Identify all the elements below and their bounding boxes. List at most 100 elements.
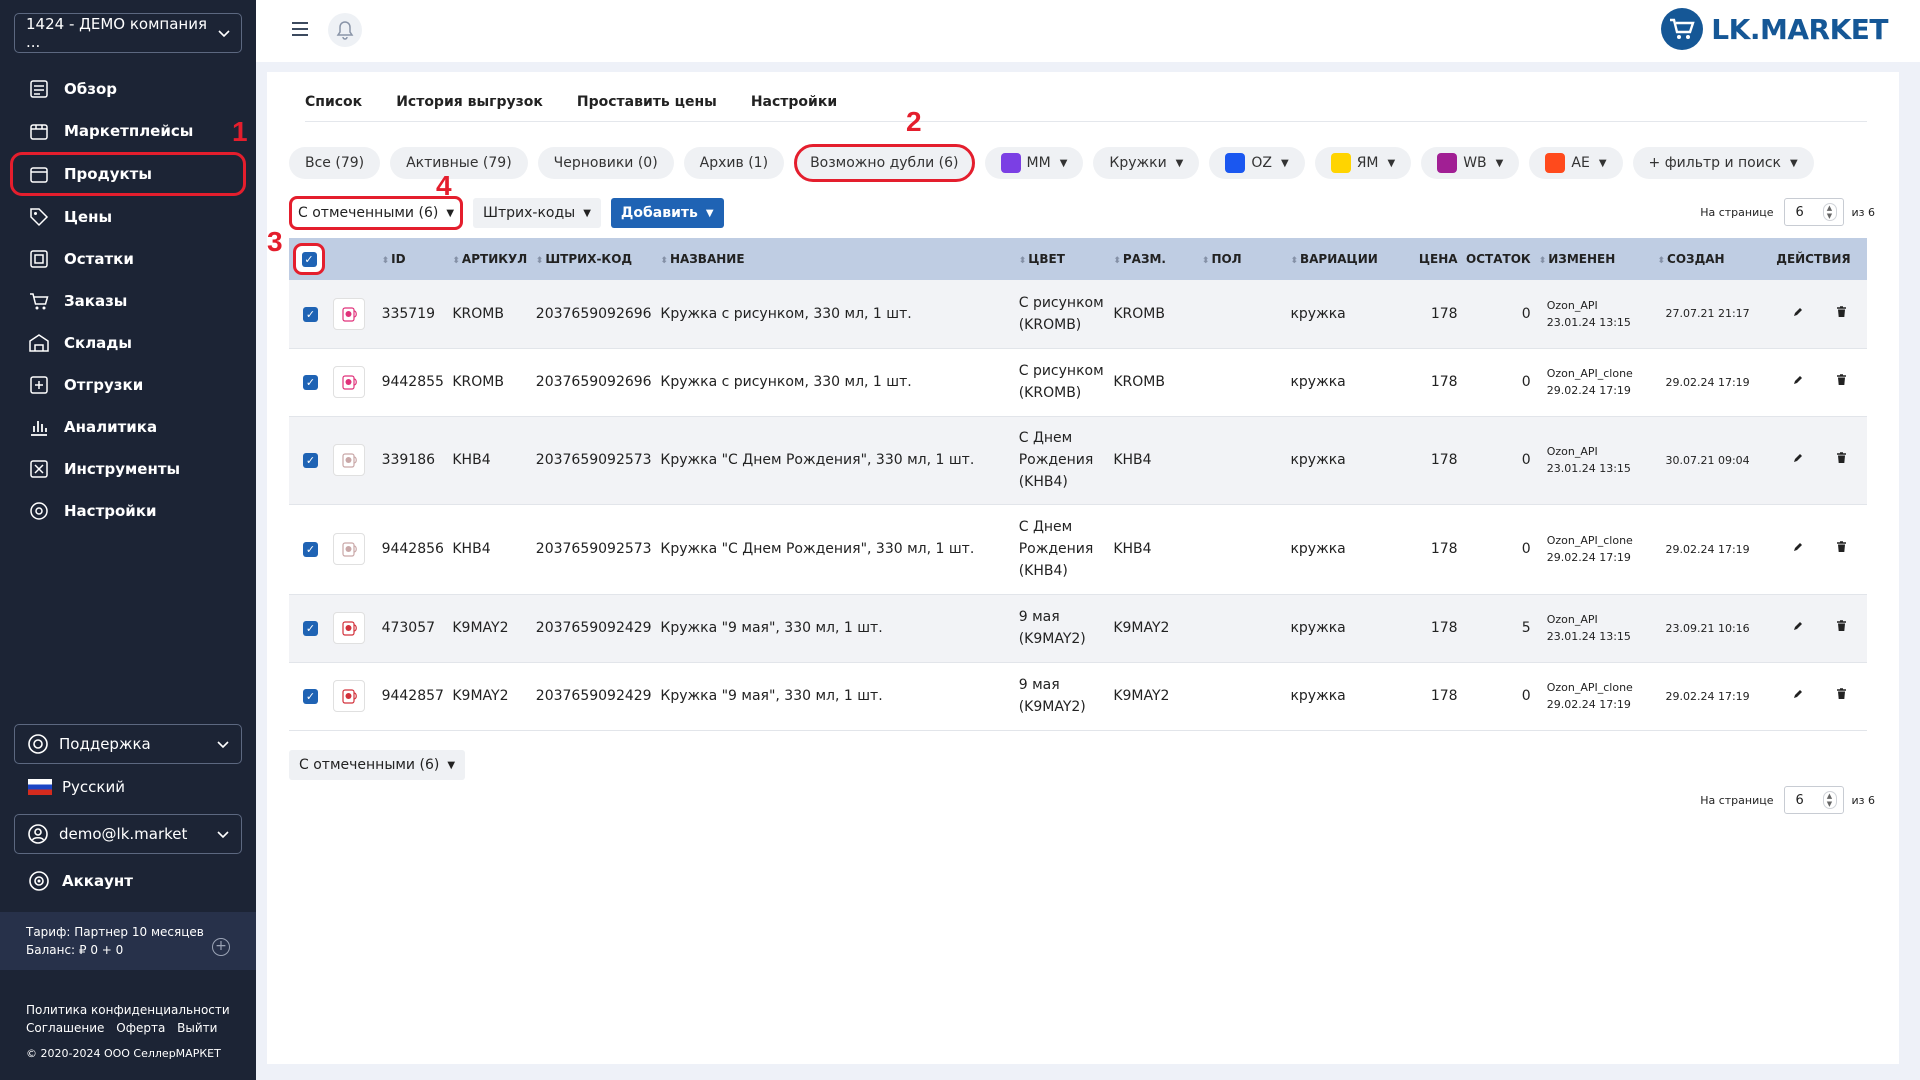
bell-icon[interactable] — [328, 13, 362, 47]
trash-icon[interactable] — [1836, 374, 1847, 390]
trash-icon[interactable] — [1836, 688, 1847, 704]
column-header-11[interactable]: ⬍ СОЗДАН — [1653, 238, 1772, 280]
cell-id[interactable]: 473057 — [378, 594, 449, 662]
cell-name[interactable]: Кружка с рисунком, 330 мл, 1 шт. — [656, 348, 1014, 416]
column-header-6[interactable]: ⬍ ПОЛ — [1198, 238, 1287, 280]
barcodes-dropdown[interactable]: Штрих-коды ▼ — [473, 198, 601, 228]
agreement-link[interactable]: Соглашение — [26, 1021, 104, 1035]
per-page-input[interactable]: 6 ▲ ▼ — [1783, 198, 1844, 226]
trash-icon[interactable] — [1836, 452, 1847, 468]
cell-id[interactable]: 335719 — [378, 280, 449, 348]
sidebar-item-2[interactable]: Продукты — [10, 152, 246, 196]
cell-id[interactable]: 339186 — [378, 416, 449, 504]
column-header-5[interactable]: ⬍ РАЗМ. — [1109, 238, 1198, 280]
column-header-1[interactable]: ⬍ АРТИКУЛ — [448, 238, 531, 280]
menu-icon[interactable] — [290, 20, 310, 40]
filter-chip-5[interactable]: MM ▼ — [984, 147, 1084, 179]
spinner-icon[interactable]: ▲ ▼ — [1822, 203, 1837, 221]
trash-icon[interactable] — [1836, 620, 1847, 636]
table-row[interactable]: ✓ 9442856 KHB4 2037659092573 Кружка "С Днем … — [289, 504, 1867, 594]
filter-chip-1[interactable]: Активные (79) — [390, 147, 528, 179]
product-thumbnail[interactable] — [333, 366, 366, 398]
filter-chip-10[interactable]: AE ▼ — [1529, 147, 1623, 179]
filter-chip-9[interactable]: WB ▼ — [1421, 147, 1520, 179]
per-page-input[interactable]: 6 ▲ ▼ — [1783, 786, 1844, 814]
cell-name[interactable]: Кружка "9 мая", 330 мл, 1 шт. — [656, 662, 1014, 730]
select-all-checkbox[interactable]: ✓ — [293, 243, 325, 275]
sidebar-item-9[interactable]: Инструменты — [0, 448, 256, 490]
column-header-2[interactable]: ⬍ ШТРИХ-КОД — [532, 238, 657, 280]
cell-id[interactable]: 9442857 — [378, 662, 449, 730]
column-header-12[interactable]: ДЕЙСТВИЯ — [1772, 238, 1867, 280]
sidebar-item-10[interactable]: Настройки — [0, 490, 256, 532]
column-header-4[interactable]: ⬍ ЦВЕТ — [1015, 238, 1110, 280]
row-checkbox[interactable]: ✓ — [303, 542, 318, 557]
row-checkbox[interactable]: ✓ — [303, 453, 318, 468]
cell-id[interactable]: 9442856 — [378, 504, 449, 594]
filter-chip-11[interactable]: + фильтр и поиск ▼ — [1632, 147, 1814, 179]
edit-icon[interactable] — [1792, 452, 1804, 468]
privacy-link[interactable]: Политика конфиденциальности — [26, 1001, 230, 1019]
sidebar-item-7[interactable]: Отгрузки — [0, 364, 256, 406]
trash-icon[interactable] — [1836, 541, 1847, 557]
tab-3[interactable]: Настройки — [751, 94, 837, 121]
table-row[interactable]: ✓ 9442855 KROMB 2037659092696 Кружка с рисун… — [289, 348, 1867, 416]
cell-name[interactable]: Кружка "С Днем Рождения", 330 мл, 1 шт. — [656, 416, 1014, 504]
add-button[interactable]: Добавить ▼ — [610, 198, 724, 228]
cell-name[interactable]: Кружка "9 мая", 330 мл, 1 шт. — [656, 594, 1014, 662]
sidebar-item-8[interactable]: Аналитика — [0, 406, 256, 448]
column-header-9[interactable]: ОСТАТОК — [1462, 238, 1535, 280]
sidebar-item-5[interactable]: Заказы — [0, 280, 256, 322]
edit-icon[interactable] — [1792, 306, 1804, 322]
table-row[interactable]: ✓ 473057 K9MAY2 2037659092429 Кружка "9 мая"… — [289, 594, 1867, 662]
language-selector[interactable]: Русский — [28, 778, 125, 796]
user-dropdown[interactable]: demo@lk.market — [14, 814, 242, 854]
tab-2[interactable]: Проставить цены — [577, 94, 717, 121]
column-header-7[interactable]: ⬍ ВАРИАЦИИ — [1286, 238, 1399, 280]
cell-name[interactable]: Кружка "С Днем Рождения", 330 мл, 1 шт. — [656, 504, 1014, 594]
company-selector[interactable]: 1424 - ДЕМО компания ... — [14, 13, 242, 53]
product-thumbnail[interactable] — [333, 444, 366, 476]
cell-name[interactable]: Кружка с рисунком, 330 мл, 1 шт. — [656, 280, 1014, 348]
column-header-8[interactable]: ЦЕНА — [1399, 238, 1461, 280]
filter-chip-7[interactable]: OZ ▼ — [1209, 147, 1305, 179]
filter-chip-0[interactable]: Все (79) — [289, 147, 381, 179]
row-checkbox[interactable]: ✓ — [303, 621, 318, 636]
table-row[interactable]: ✓ 9442857 K9MAY2 2037659092429 Кружка "9 мая… — [289, 662, 1867, 730]
support-dropdown[interactable]: Поддержка — [14, 724, 242, 764]
filter-chip-2[interactable]: Черновики (0) — [537, 147, 674, 179]
edit-icon[interactable] — [1792, 374, 1804, 390]
sidebar-item-6[interactable]: Склады — [0, 322, 256, 364]
column-header-0[interactable]: ⬍ ID — [378, 238, 449, 280]
cell-id[interactable]: 9442855 — [378, 348, 449, 416]
product-thumbnail[interactable] — [333, 533, 366, 565]
tab-0[interactable]: Список — [305, 94, 362, 121]
product-thumbnail[interactable] — [333, 297, 366, 330]
filter-chip-8[interactable]: ЯМ ▼ — [1314, 147, 1412, 179]
add-balance-icon[interactable]: + — [212, 938, 230, 956]
row-checkbox[interactable]: ✓ — [303, 375, 318, 390]
product-thumbnail[interactable] — [333, 680, 366, 712]
edit-icon[interactable] — [1792, 620, 1804, 636]
sidebar-item-1[interactable]: Маркетплейсы — [0, 110, 256, 152]
tab-1[interactable]: История выгрузок — [396, 94, 543, 121]
account-link[interactable]: Аккаунт — [28, 870, 133, 892]
sidebar-item-3[interactable]: Цены — [0, 196, 256, 238]
table-row[interactable]: ✓ 339186 KHB4 2037659092573 Кружка "С Днем Р… — [289, 416, 1867, 504]
table-row[interactable]: ✓ 335719 KROMB 2037659092696 Кружка с рисунк… — [289, 280, 1867, 348]
row-checkbox[interactable]: ✓ — [303, 689, 318, 704]
row-checkbox[interactable]: ✓ — [303, 306, 318, 322]
sidebar-item-0[interactable]: Обзор — [0, 68, 256, 110]
edit-icon[interactable] — [1792, 541, 1804, 557]
edit-icon[interactable] — [1792, 688, 1804, 704]
column-header-10[interactable]: ⬍ ИЗМЕНЕН — [1535, 238, 1654, 280]
offer-link[interactable]: Оферта — [116, 1021, 165, 1035]
filter-chip-3[interactable]: Архив (1) — [683, 147, 785, 179]
spinner-icon[interactable]: ▲ ▼ — [1822, 791, 1837, 809]
product-thumbnail[interactable] — [333, 612, 366, 644]
trash-icon[interactable] — [1836, 306, 1847, 322]
logout-link[interactable]: Выйти — [177, 1021, 217, 1035]
filter-chip-4[interactable]: Возможно дубли (6) — [794, 144, 975, 182]
column-header-3[interactable]: ⬍ НАЗВАНИЕ — [656, 238, 1014, 280]
sidebar-item-4[interactable]: Остатки — [0, 238, 256, 280]
